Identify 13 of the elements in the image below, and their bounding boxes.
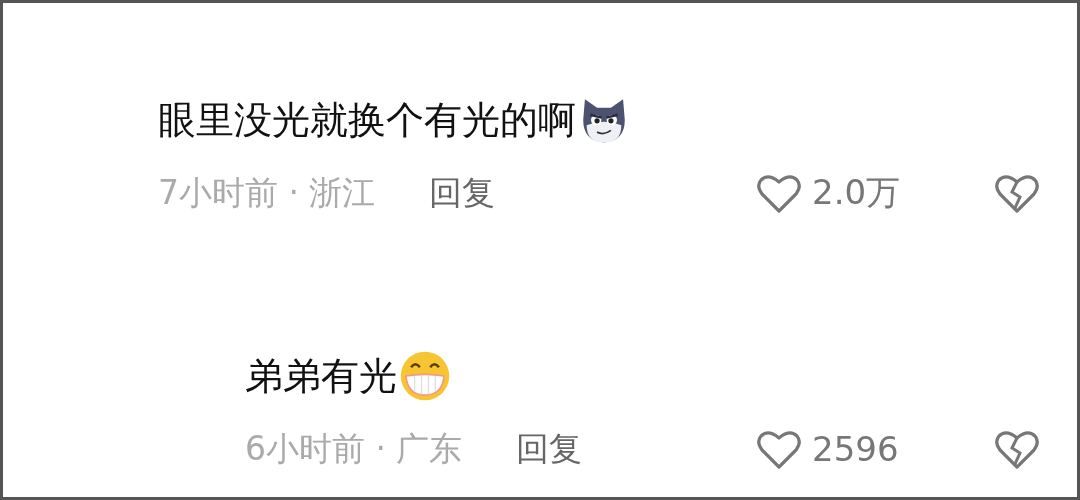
heart-icon[interactable]	[756, 428, 802, 470]
like-count: 2.0万	[812, 171, 901, 214]
like-count: 2596	[812, 429, 899, 469]
comment-text: 弟弟有光	[245, 352, 397, 400]
grin-emoji-icon	[399, 350, 451, 402]
comment-meta: 7小时前 · 浙江	[158, 171, 376, 214]
reply-link[interactable]: 回复	[429, 170, 496, 216]
heart-icon[interactable]	[756, 172, 802, 214]
comment-meta: 6小时前 · 广东	[245, 427, 463, 470]
broken-heart-icon[interactable]	[994, 172, 1040, 214]
broken-heart-icon[interactable]	[994, 428, 1040, 470]
reply-link[interactable]: 回复	[516, 426, 583, 472]
comment-text: 眼里没光就换个有光的啊	[158, 96, 576, 144]
